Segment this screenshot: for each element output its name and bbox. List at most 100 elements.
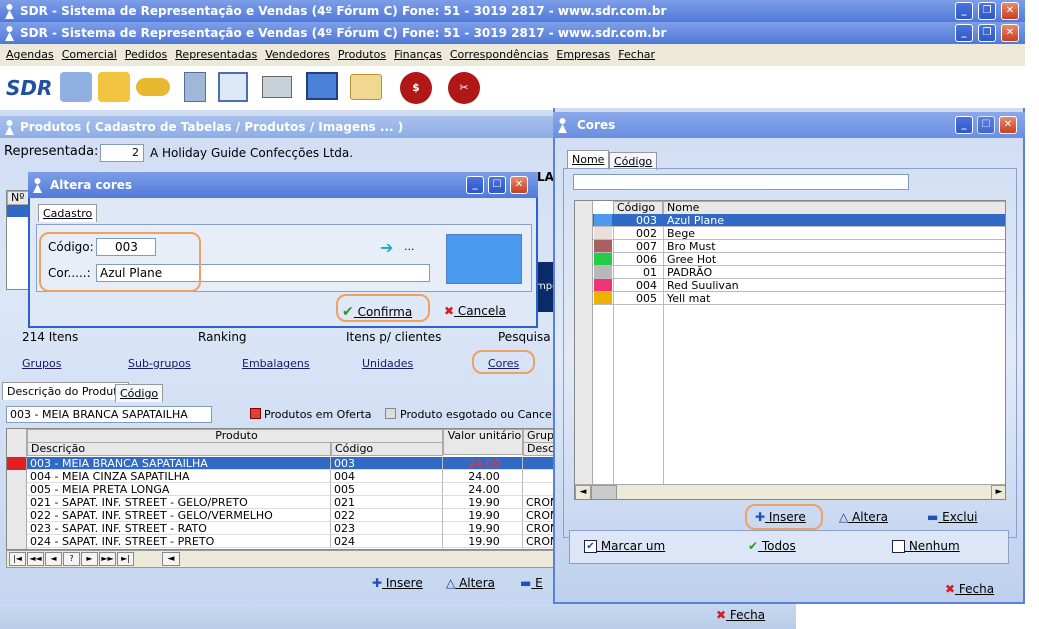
- menu-item-produtos[interactable]: Produtos: [338, 48, 386, 61]
- menu-item-vendedores[interactable]: Vendedores: [265, 48, 330, 61]
- nenhum-option[interactable]: Nenhum: [892, 539, 960, 553]
- cores-tab-nome[interactable]: Nome: [567, 150, 610, 168]
- table-row[interactable]: 003 - MEIA BRANCA SAPATAILHA 003 24.00: [27, 457, 555, 470]
- menu-item-comercial[interactable]: Comercial: [62, 48, 117, 61]
- money-bag-icon[interactable]: $: [400, 72, 432, 104]
- scanner-icon[interactable]: [262, 76, 292, 98]
- altera-minimize-button[interactable]: _: [466, 176, 484, 194]
- exclui-label: Exclui: [942, 510, 978, 524]
- link-sub-grupos[interactable]: Sub-grupos: [128, 357, 191, 370]
- cell-codigo: 003: [636, 214, 657, 227]
- menu-item-finanças[interactable]: Finanças: [394, 48, 442, 61]
- arrow-right-icon[interactable]: ➔: [380, 238, 393, 257]
- scroll-thumb[interactable]: [591, 485, 617, 499]
- stat-pesquisa[interactable]: Pesquisa: [498, 330, 551, 344]
- cores-header-codigo[interactable]: Código: [613, 201, 663, 215]
- scroll-right-button[interactable]: ►: [991, 485, 1005, 499]
- scroll-left-button[interactable]: ◄: [162, 552, 180, 566]
- minimize-button[interactable]: _: [955, 2, 973, 20]
- arrow-ellipsis[interactable]: ...: [404, 240, 415, 253]
- stat-itens-clientes[interactable]: Itens p/ clientes: [346, 330, 441, 344]
- link-grupos[interactable]: Grupos: [22, 357, 61, 370]
- grid-header-grupo[interactable]: Grupo: [523, 429, 555, 443]
- produtos-insere-button[interactable]: ✚ Insere: [372, 576, 423, 590]
- cores-header-nome[interactable]: Nome: [663, 201, 1005, 215]
- cores-search-field[interactable]: [573, 174, 909, 190]
- scroll-left-button[interactable]: ◄: [575, 485, 591, 499]
- menu-item-agendas[interactable]: Agendas: [6, 48, 54, 61]
- list-item[interactable]: 004 Red Suulivan: [593, 279, 1005, 292]
- table-row[interactable]: 022 - SAPAT. INF. STREET - GELO/VERMELHO…: [27, 509, 555, 522]
- grid-header-descricao[interactable]: Descrição: [27, 442, 331, 456]
- altera-maximize-button[interactable]: ☐: [488, 176, 506, 194]
- laptop-icon[interactable]: [60, 72, 92, 102]
- close-button[interactable]: ✕: [1001, 2, 1019, 20]
- fecha-button-produtos[interactable]: ✖ Fecha: [716, 608, 765, 622]
- product-search-field[interactable]: 003 - MEIA BRANCA SAPATAILHA: [6, 406, 212, 423]
- link-embalagens[interactable]: Embalagens: [242, 357, 310, 370]
- table-row[interactable]: 024 - SAPAT. INF. STREET - PRETO 024 19.90…: [27, 535, 555, 548]
- table-row[interactable]: 021 - SAPAT. INF. STREET - GELO/PRETO 021…: [27, 496, 555, 509]
- nav-button-0[interactable]: |◄: [9, 552, 26, 566]
- checkbox-checked-icon[interactable]: ✔: [584, 540, 597, 553]
- menu-item-correspondências[interactable]: Correspondências: [450, 48, 549, 61]
- altera-tab-cadastro[interactable]: Cadastro: [38, 204, 98, 222]
- nav-button-4[interactable]: ►: [81, 552, 98, 566]
- cores-altera-button[interactable]: △ Altera: [839, 510, 888, 524]
- list-item[interactable]: 002 Bege: [593, 227, 1005, 240]
- cores-maximize-button[interactable]: ☐: [977, 116, 995, 134]
- main-title-bar-2: SDR - Sistema de Representação e Vendas …: [0, 22, 1025, 44]
- cores-grid[interactable]: Código Nome 003 Azul Plane 002 Bege 007 Bro M…: [574, 200, 1006, 500]
- list-item[interactable]: 006 Gree Hot: [593, 253, 1005, 266]
- restore-button-2[interactable]: ❐: [978, 24, 996, 42]
- grid-header-valor[interactable]: Valor unitário: [443, 429, 523, 455]
- tab-descricao[interactable]: Descrição do Produto: [2, 382, 130, 400]
- list-item[interactable]: 007 Bro Must: [593, 240, 1005, 253]
- cores-minimize-button[interactable]: _: [955, 116, 973, 134]
- book-icon[interactable]: [350, 74, 382, 100]
- checkbox-empty-icon[interactable]: [892, 540, 905, 553]
- products-grid[interactable]: Produto Valor unitário Grupo Descrição C…: [6, 428, 556, 550]
- menu-item-empresas[interactable]: Empresas: [556, 48, 610, 61]
- stat-ranking[interactable]: Ranking: [198, 330, 247, 344]
- cancela-button[interactable]: ✖ Cancela: [444, 304, 506, 318]
- windows-icon[interactable]: [306, 72, 338, 100]
- nav-button-5[interactable]: ►►: [99, 552, 116, 566]
- color-swatch-preview[interactable]: [446, 234, 522, 284]
- nav-button-2[interactable]: ◄: [45, 552, 62, 566]
- cores-hscrollbar[interactable]: ◄ ►: [575, 484, 1005, 499]
- cores-exclui-button[interactable]: ▬ Exclui: [927, 510, 978, 524]
- grid-header-codigo[interactable]: Código: [331, 442, 443, 456]
- list-item[interactable]: 01 PADRÃO: [593, 266, 1005, 279]
- link-unidades[interactable]: Unidades: [362, 357, 413, 370]
- cores-fecha-button[interactable]: ✖ Fecha: [945, 582, 994, 596]
- key-icon[interactable]: [136, 78, 170, 96]
- produtos-exclui-button[interactable]: ▬ E: [520, 576, 543, 590]
- scissors-icon[interactable]: ✂: [448, 72, 480, 104]
- menu-item-fechar[interactable]: Fechar: [618, 48, 655, 61]
- calculator-icon[interactable]: [184, 72, 206, 102]
- produtos-altera-button[interactable]: △ Altera: [446, 576, 495, 590]
- nav-button-6[interactable]: ►|: [117, 552, 134, 566]
- menu-item-pedidos[interactable]: Pedidos: [125, 48, 168, 61]
- tab-codigo[interactable]: Código: [115, 384, 164, 402]
- table-row[interactable]: 005 - MEIA PRETA LONGA 005 24.00: [27, 483, 555, 496]
- list-item[interactable]: 003 Azul Plane: [593, 214, 1005, 227]
- nav-button-3[interactable]: ?: [63, 552, 80, 566]
- representada-code-field[interactable]: 2: [100, 144, 144, 162]
- nav-button-1[interactable]: ◄◄: [27, 552, 44, 566]
- close-button-2[interactable]: ✕: [1001, 24, 1019, 42]
- table-row[interactable]: 023 - SAPAT. INF. STREET - RATO 023 19.90 C…: [27, 522, 555, 535]
- list-item[interactable]: 005 Yell mat: [593, 292, 1005, 305]
- cores-close-button[interactable]: ✕: [999, 116, 1017, 134]
- search-window-icon[interactable]: [218, 72, 248, 102]
- table-row[interactable]: 004 - MEIA CINZA SAPATILHA 004 24.00: [27, 470, 555, 483]
- restore-button[interactable]: ❐: [978, 2, 996, 20]
- folder-icon[interactable]: [98, 72, 130, 102]
- marcar-um-option[interactable]: ✔ Marcar um: [584, 539, 665, 553]
- todos-option[interactable]: ✔ Todos: [748, 539, 796, 553]
- minimize-button-2[interactable]: _: [955, 24, 973, 42]
- cell-code: 023: [331, 522, 443, 535]
- menu-item-representadas[interactable]: Representadas: [175, 48, 257, 61]
- altera-close-button[interactable]: ✕: [510, 176, 528, 194]
